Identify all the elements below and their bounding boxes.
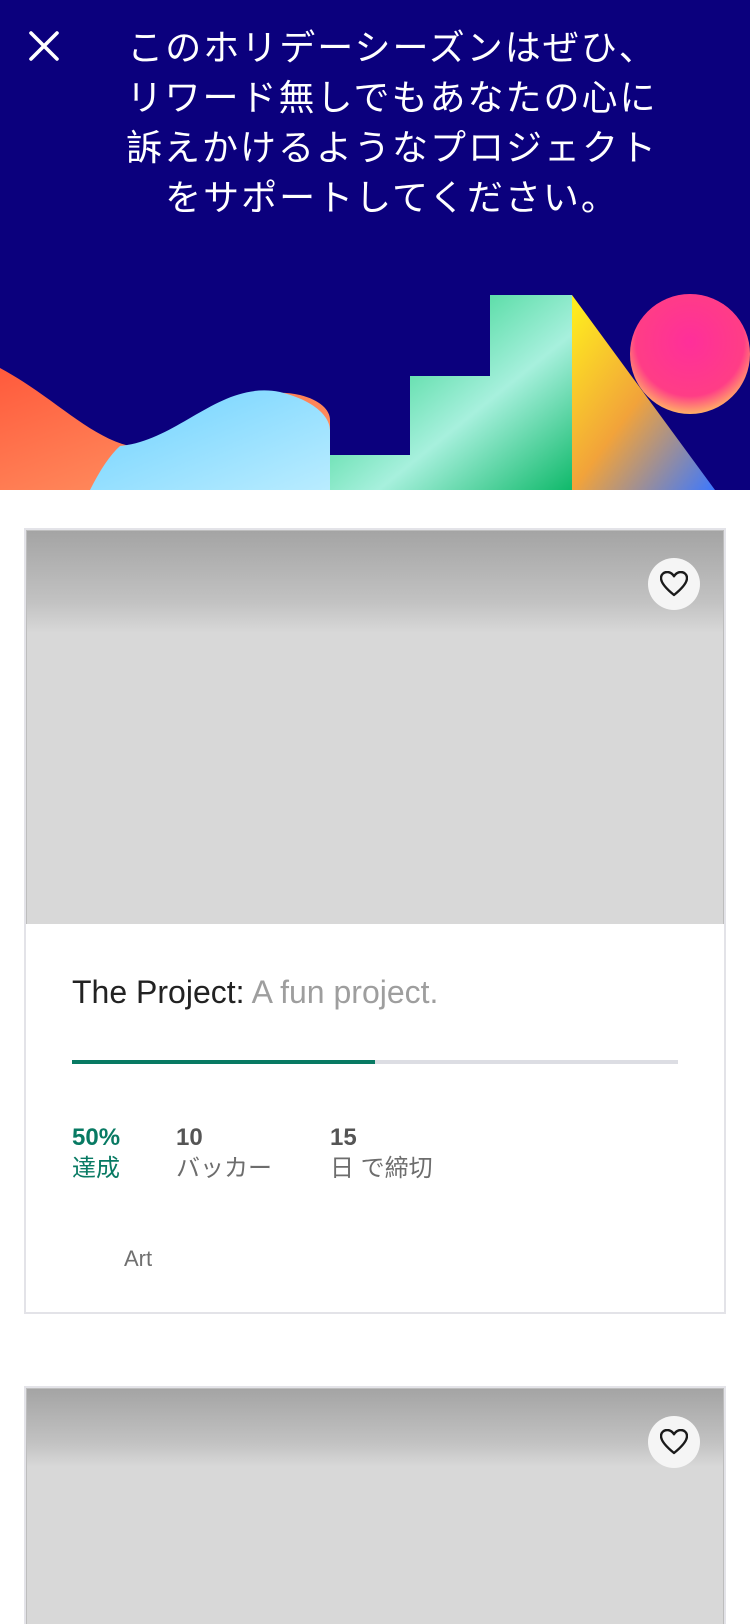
header-title-line: 訴えかけるようなプロジェクト [125, 128, 658, 169]
header-title: このホリデーシーズンはぜひ、 リワード無しでもあなたの心に 訴えかけるようなプロ… [92, 24, 692, 224]
save-project-button[interactable] [648, 558, 700, 610]
category-tag[interactable]: Art [124, 1246, 152, 1272]
funded-value: 50% [72, 1124, 121, 1151]
funding-progress-fill [72, 1060, 375, 1064]
funded-stat: 50% 達成 [72, 1124, 120, 1186]
backers-label: バッカー [176, 1155, 272, 1182]
backers-value: 10 [176, 1124, 203, 1151]
project-image[interactable] [26, 530, 724, 924]
promo-header: このホリデーシーズンはぜひ、 リワード無しでもあなたの心に 訴えかけるようなプロ… [0, 0, 750, 490]
days-left-label: 日 で締切 [330, 1155, 433, 1182]
heart-icon [660, 571, 688, 597]
header-title-line: リワード無しでもあなたの心に [126, 78, 658, 119]
heart-icon [660, 1429, 688, 1455]
header-title-line: このホリデーシーズンはぜひ、 [127, 28, 657, 69]
days-left-stat: 15 日 で締切 [330, 1124, 433, 1186]
project-blurb: A fun project. [251, 974, 439, 1010]
days-left-value: 15 [330, 1124, 357, 1151]
project-image[interactable] [26, 1388, 724, 1624]
backers-stat: 10 バッカー [176, 1124, 272, 1186]
project-card[interactable] [24, 1386, 726, 1624]
project-name: The Project: [72, 974, 245, 1010]
project-card[interactable]: The Project: A fun project. 50% 達成 10 バッ… [24, 528, 726, 1314]
project-card-body: The Project: A fun project. 50% 達成 10 バッ… [26, 924, 724, 1312]
close-icon [29, 31, 59, 61]
project-title[interactable]: The Project: A fun project. [72, 972, 438, 1012]
funding-progress-bar [72, 1060, 678, 1064]
save-project-button[interactable] [648, 1416, 700, 1468]
header-title-line: をサポートしてください。 [165, 178, 619, 219]
funded-label: 達成 [72, 1155, 120, 1182]
close-button[interactable] [20, 22, 68, 70]
